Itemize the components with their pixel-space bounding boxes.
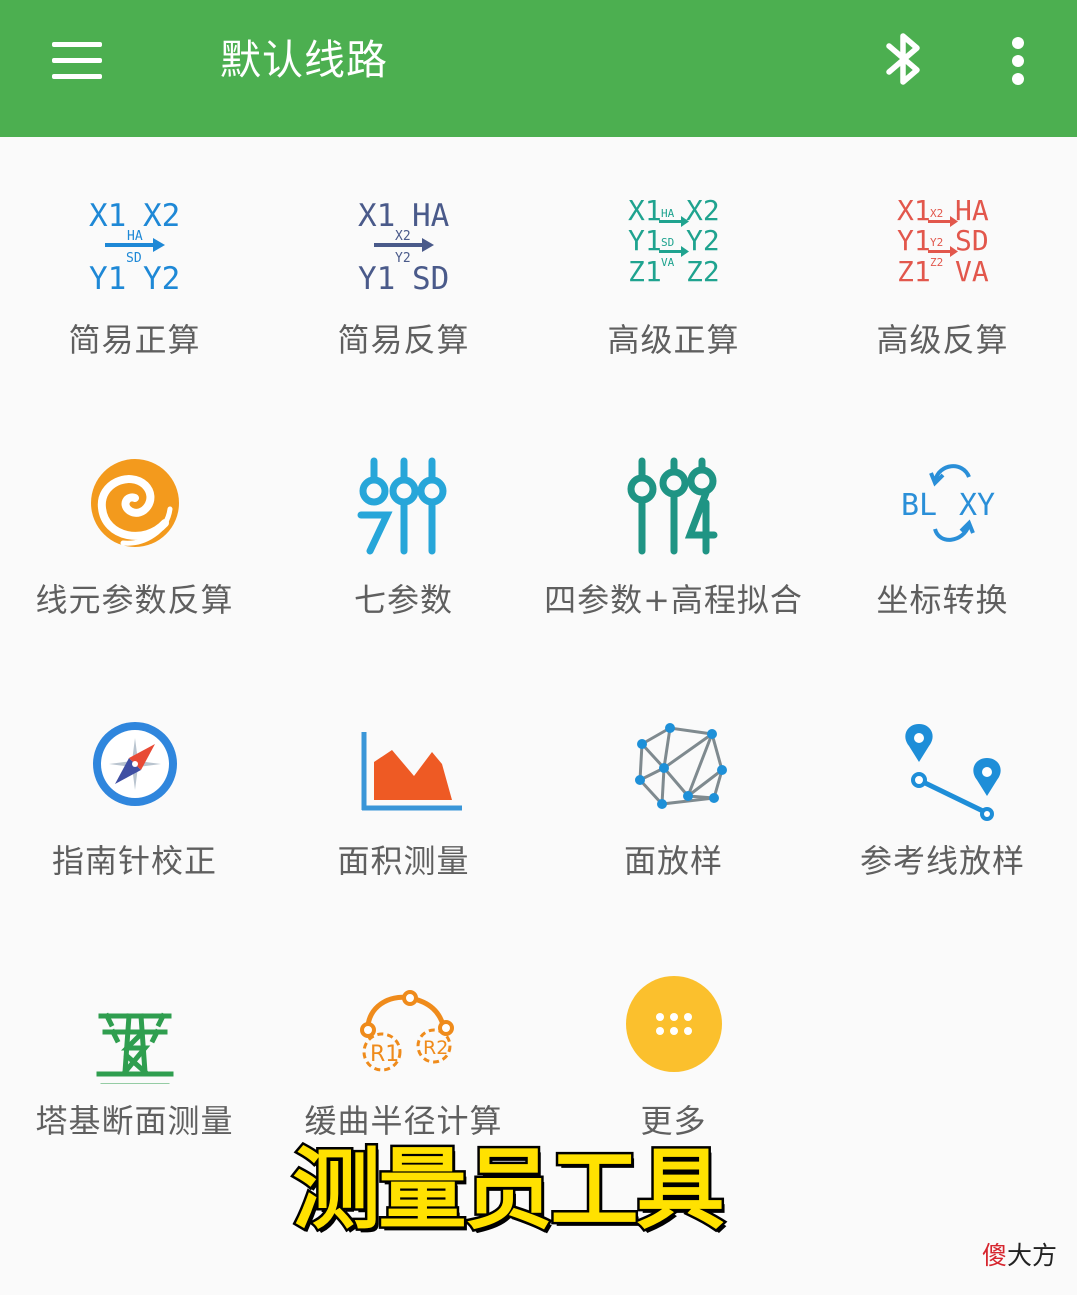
icon-text: VA: [955, 255, 989, 288]
advanced-inverse-icon: X1 X2 HA Y1 Y2 SD Z1 Z2 VA: [883, 183, 1003, 303]
icon-text: X1: [358, 198, 395, 234]
bluetooth-icon: [886, 33, 920, 85]
tile-label: 高级正算: [607, 321, 740, 359]
icon-text: Y1: [89, 261, 126, 297]
icon-text: SD: [412, 261, 449, 297]
power-tower-icon: [75, 964, 195, 1084]
tile-label: 坐标转换: [876, 581, 1009, 619]
tile-label: 面放样: [623, 842, 723, 880]
icon-text: X2: [686, 194, 720, 227]
tile-surface-stakeout[interactable]: 面放样: [539, 667, 808, 927]
more-apps-icon: [614, 964, 734, 1084]
icon-text: VA: [661, 256, 675, 269]
advanced-forward-icon: X1 X2 HA Y1 SD Y2 Z1 VA Z2: [614, 183, 734, 303]
tile-area-measure[interactable]: 面积测量: [269, 667, 538, 927]
coordinate-convert-icon: BL XY: [883, 443, 1003, 563]
more-vert-icon: [1012, 37, 1024, 85]
tile-simple-inverse[interactable]: X1 HA X2 Y2 Y1 SD 简易反算: [269, 146, 538, 406]
tile-label: 简易反算: [337, 321, 470, 359]
area-chart-icon: [344, 704, 464, 824]
page-title: 默认线路: [220, 36, 388, 84]
icon-text: X2: [930, 207, 943, 220]
tile-coordinate-convert[interactable]: BL XY 坐标转换: [808, 406, 1077, 666]
tile-four-parameter[interactable]: 四参数+高程拟合: [539, 406, 808, 666]
icon-text: SD: [955, 224, 989, 257]
tile-label: 指南针校正: [51, 842, 217, 880]
bluetooth-button[interactable]: [874, 26, 932, 94]
tile-label: 参考线放样: [859, 842, 1025, 880]
icon-text: Y1: [628, 224, 662, 257]
tile-simple-forward[interactable]: X1 X2 HA SD Y1 Y2 简易正算: [0, 146, 269, 406]
icon-text: X2: [395, 229, 411, 244]
icon-text: HA: [412, 198, 450, 234]
tile-label: 四参数+高程拟合: [544, 581, 803, 619]
icon-text: X1: [897, 194, 931, 227]
icon-text: HA: [661, 207, 675, 220]
simple-forward-icon: X1 X2 HA SD Y1 Y2: [75, 183, 195, 303]
icon-text: X1: [628, 194, 662, 227]
curve-radius-icon: R1 R2: [344, 964, 464, 1084]
icon-text: XY: [959, 488, 995, 523]
icon-text: Z1: [897, 255, 931, 288]
icon-text: Z2: [686, 255, 720, 288]
more-options-button[interactable]: [996, 26, 1044, 94]
tile-label: 简易正算: [68, 321, 201, 359]
icon-text: BL: [901, 488, 937, 523]
app-bar: 默认线路: [0, 0, 1077, 137]
video-caption: 测量员工具: [290, 1137, 727, 1242]
icon-text: X2: [143, 198, 180, 234]
tile-line-element-inverse[interactable]: 线元参数反算: [0, 406, 269, 666]
four-parameter-sliders-icon: [614, 443, 734, 563]
seven-parameter-sliders-icon: [344, 443, 464, 563]
tile-label: 更多: [640, 1102, 707, 1140]
tile-label: 面积测量: [337, 842, 470, 880]
tile-seven-parameter[interactable]: 七参数: [269, 406, 538, 666]
mesh-network-icon: [614, 704, 734, 824]
reference-line-icon: [883, 704, 1003, 824]
icon-text: Z1: [628, 255, 662, 288]
icon-text: Z2: [930, 256, 943, 269]
icon-text: HA: [127, 229, 143, 244]
watermark: 傻大方: [982, 1240, 1057, 1272]
tile-advanced-forward[interactable]: X1 X2 HA Y1 SD Y2 Z1 VA Z2 高级正算: [539, 146, 808, 406]
icon-text: SD: [126, 251, 142, 266]
spiral-icon: [75, 443, 195, 563]
icon-text: R2: [423, 1037, 448, 1059]
tile-label: 缓曲半径计算: [304, 1102, 503, 1140]
icon-text: R1: [370, 1042, 399, 1067]
icon-text: Y2: [686, 224, 720, 257]
icon-text: HA: [955, 194, 989, 227]
simple-inverse-icon: X1 HA X2 Y2 Y1 SD: [344, 183, 464, 303]
tile-label: 塔基断面测量: [35, 1102, 234, 1140]
tile-compass-calibration[interactable]: 指南针校正: [0, 667, 269, 927]
icon-text: Y1: [897, 224, 931, 257]
tile-reference-line-stakeout[interactable]: 参考线放样: [808, 667, 1077, 927]
watermark-part: 大方: [1006, 1241, 1057, 1270]
tile-label: 七参数: [353, 581, 453, 619]
tile-label: 高级反算: [876, 321, 1009, 359]
icon-text: Y2: [395, 251, 411, 266]
compass-icon: [75, 704, 195, 824]
icon-text: X1: [89, 198, 126, 234]
watermark-part: 傻: [981, 1241, 1007, 1270]
menu-button[interactable]: [44, 28, 110, 94]
icon-text: SD: [661, 236, 674, 249]
tile-advanced-inverse[interactable]: X1 X2 HA Y1 Y2 SD Z1 Z2 VA 高级反算: [808, 146, 1077, 406]
icon-text: Y1: [358, 261, 395, 297]
icon-text: Y2: [930, 236, 943, 249]
tile-label: 线元参数反算: [35, 581, 234, 619]
icon-text: Y2: [143, 261, 180, 297]
